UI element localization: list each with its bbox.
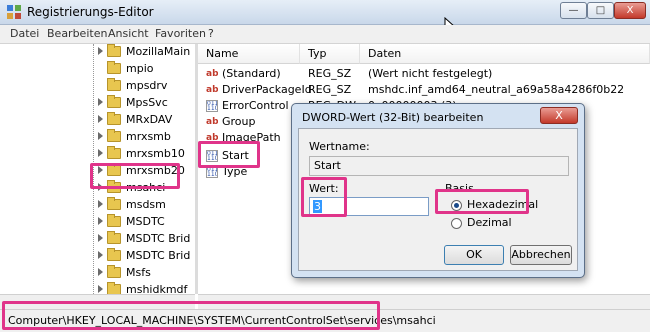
menu-favoriten[interactable]: Favoriten: [155, 27, 206, 40]
value-row[interactable]: ab DriverPackageId REG_SZ mshdc.inf_amd6…: [198, 82, 650, 98]
column-header-data[interactable]: Daten: [360, 44, 650, 64]
column-header-type[interactable]: Typ: [300, 44, 360, 64]
string-value-icon: ab: [206, 68, 218, 80]
column-header-name[interactable]: Name: [198, 44, 300, 64]
menu-datei[interactable]: Datei: [10, 27, 39, 40]
dec-label[interactable]: Dezimal: [467, 216, 512, 229]
string-value-icon: ab: [206, 116, 218, 128]
expand-arrow-icon[interactable]: [98, 268, 103, 276]
folder-icon: [107, 112, 121, 125]
menu-help[interactable]: ?: [208, 27, 214, 40]
folder-icon: [107, 265, 121, 278]
value-name-field: Start: [309, 156, 569, 176]
expand-arrow-icon[interactable]: [98, 234, 103, 242]
folder-icon: [107, 44, 121, 57]
binary-value-icon: 011 110: [206, 100, 218, 112]
folder-icon: [107, 214, 121, 227]
expand-arrow-icon[interactable]: [98, 115, 103, 123]
folder-icon: [107, 95, 121, 108]
ok-button[interactable]: OK: [444, 245, 504, 265]
folder-icon: [107, 129, 121, 142]
dialog-title: DWORD-Wert (32-Bit) bearbeiten: [302, 111, 484, 124]
expand-arrow-icon[interactable]: [98, 217, 103, 225]
tree-item[interactable]: mpsdrv: [0, 78, 195, 95]
expand-arrow-icon[interactable]: [98, 251, 103, 259]
folder-icon: [107, 231, 121, 244]
maximize-button[interactable]: □: [587, 2, 614, 19]
expand-arrow-icon[interactable]: [98, 285, 103, 293]
tree-item[interactable]: MSDTC Brid: [0, 231, 195, 248]
expand-arrow-icon[interactable]: [98, 200, 103, 208]
highlight-hex: [435, 189, 529, 214]
value-name-label: Wertname:: [309, 140, 370, 153]
menu-bar: Datei Bearbeiten Ansicht Favoriten ?: [0, 25, 650, 44]
highlight-start: [198, 141, 260, 168]
folder-icon: [107, 197, 121, 210]
folder-icon: [107, 61, 121, 74]
tree-item[interactable]: MozillaMain: [0, 44, 195, 61]
window-title: Registrierungs-Editor: [27, 5, 154, 19]
tree-item[interactable]: mshidkmdf: [0, 282, 195, 294]
tree-item[interactable]: MSDTC: [0, 214, 195, 231]
folder-icon: [107, 282, 121, 294]
folder-icon: [107, 248, 121, 261]
folder-icon: [107, 78, 121, 91]
highlight-path: [2, 301, 380, 330]
highlight-value: [301, 177, 347, 217]
title-bar: Registrierungs-Editor — □ X: [0, 0, 650, 25]
registry-app-icon: [7, 5, 21, 19]
minimize-button[interactable]: —: [560, 2, 587, 19]
cancel-button[interactable]: Abbrechen: [510, 245, 572, 265]
tree-item[interactable]: MpsSvc: [0, 95, 195, 112]
highlight-msahci: [90, 163, 180, 189]
expand-arrow-icon[interactable]: [98, 47, 103, 55]
tree-item[interactable]: MSDTC Brid: [0, 248, 195, 265]
tree-item[interactable]: mrxsmb: [0, 129, 195, 146]
tree-item[interactable]: mpio: [0, 61, 195, 78]
tree-item[interactable]: msdsm: [0, 197, 195, 214]
expand-arrow-icon[interactable]: [98, 149, 103, 157]
menu-bearbeiten[interactable]: Bearbeiten: [47, 27, 107, 40]
expand-arrow-icon[interactable]: [98, 98, 103, 106]
tree-item[interactable]: mrxsmb10: [0, 146, 195, 163]
close-button[interactable]: X: [614, 2, 646, 19]
dec-radio[interactable]: [451, 218, 462, 229]
tree-item[interactable]: MRxDAV: [0, 112, 195, 129]
folder-icon: [107, 146, 121, 159]
string-value-icon: ab: [206, 84, 218, 96]
expand-arrow-icon[interactable]: [98, 132, 103, 140]
menu-ansicht[interactable]: Ansicht: [108, 27, 149, 40]
value-row[interactable]: ab (Standard) REG_SZ (Wert nicht festgel…: [198, 66, 650, 82]
dialog-close-button[interactable]: X: [540, 107, 578, 124]
tree-item[interactable]: Msfs: [0, 265, 195, 282]
